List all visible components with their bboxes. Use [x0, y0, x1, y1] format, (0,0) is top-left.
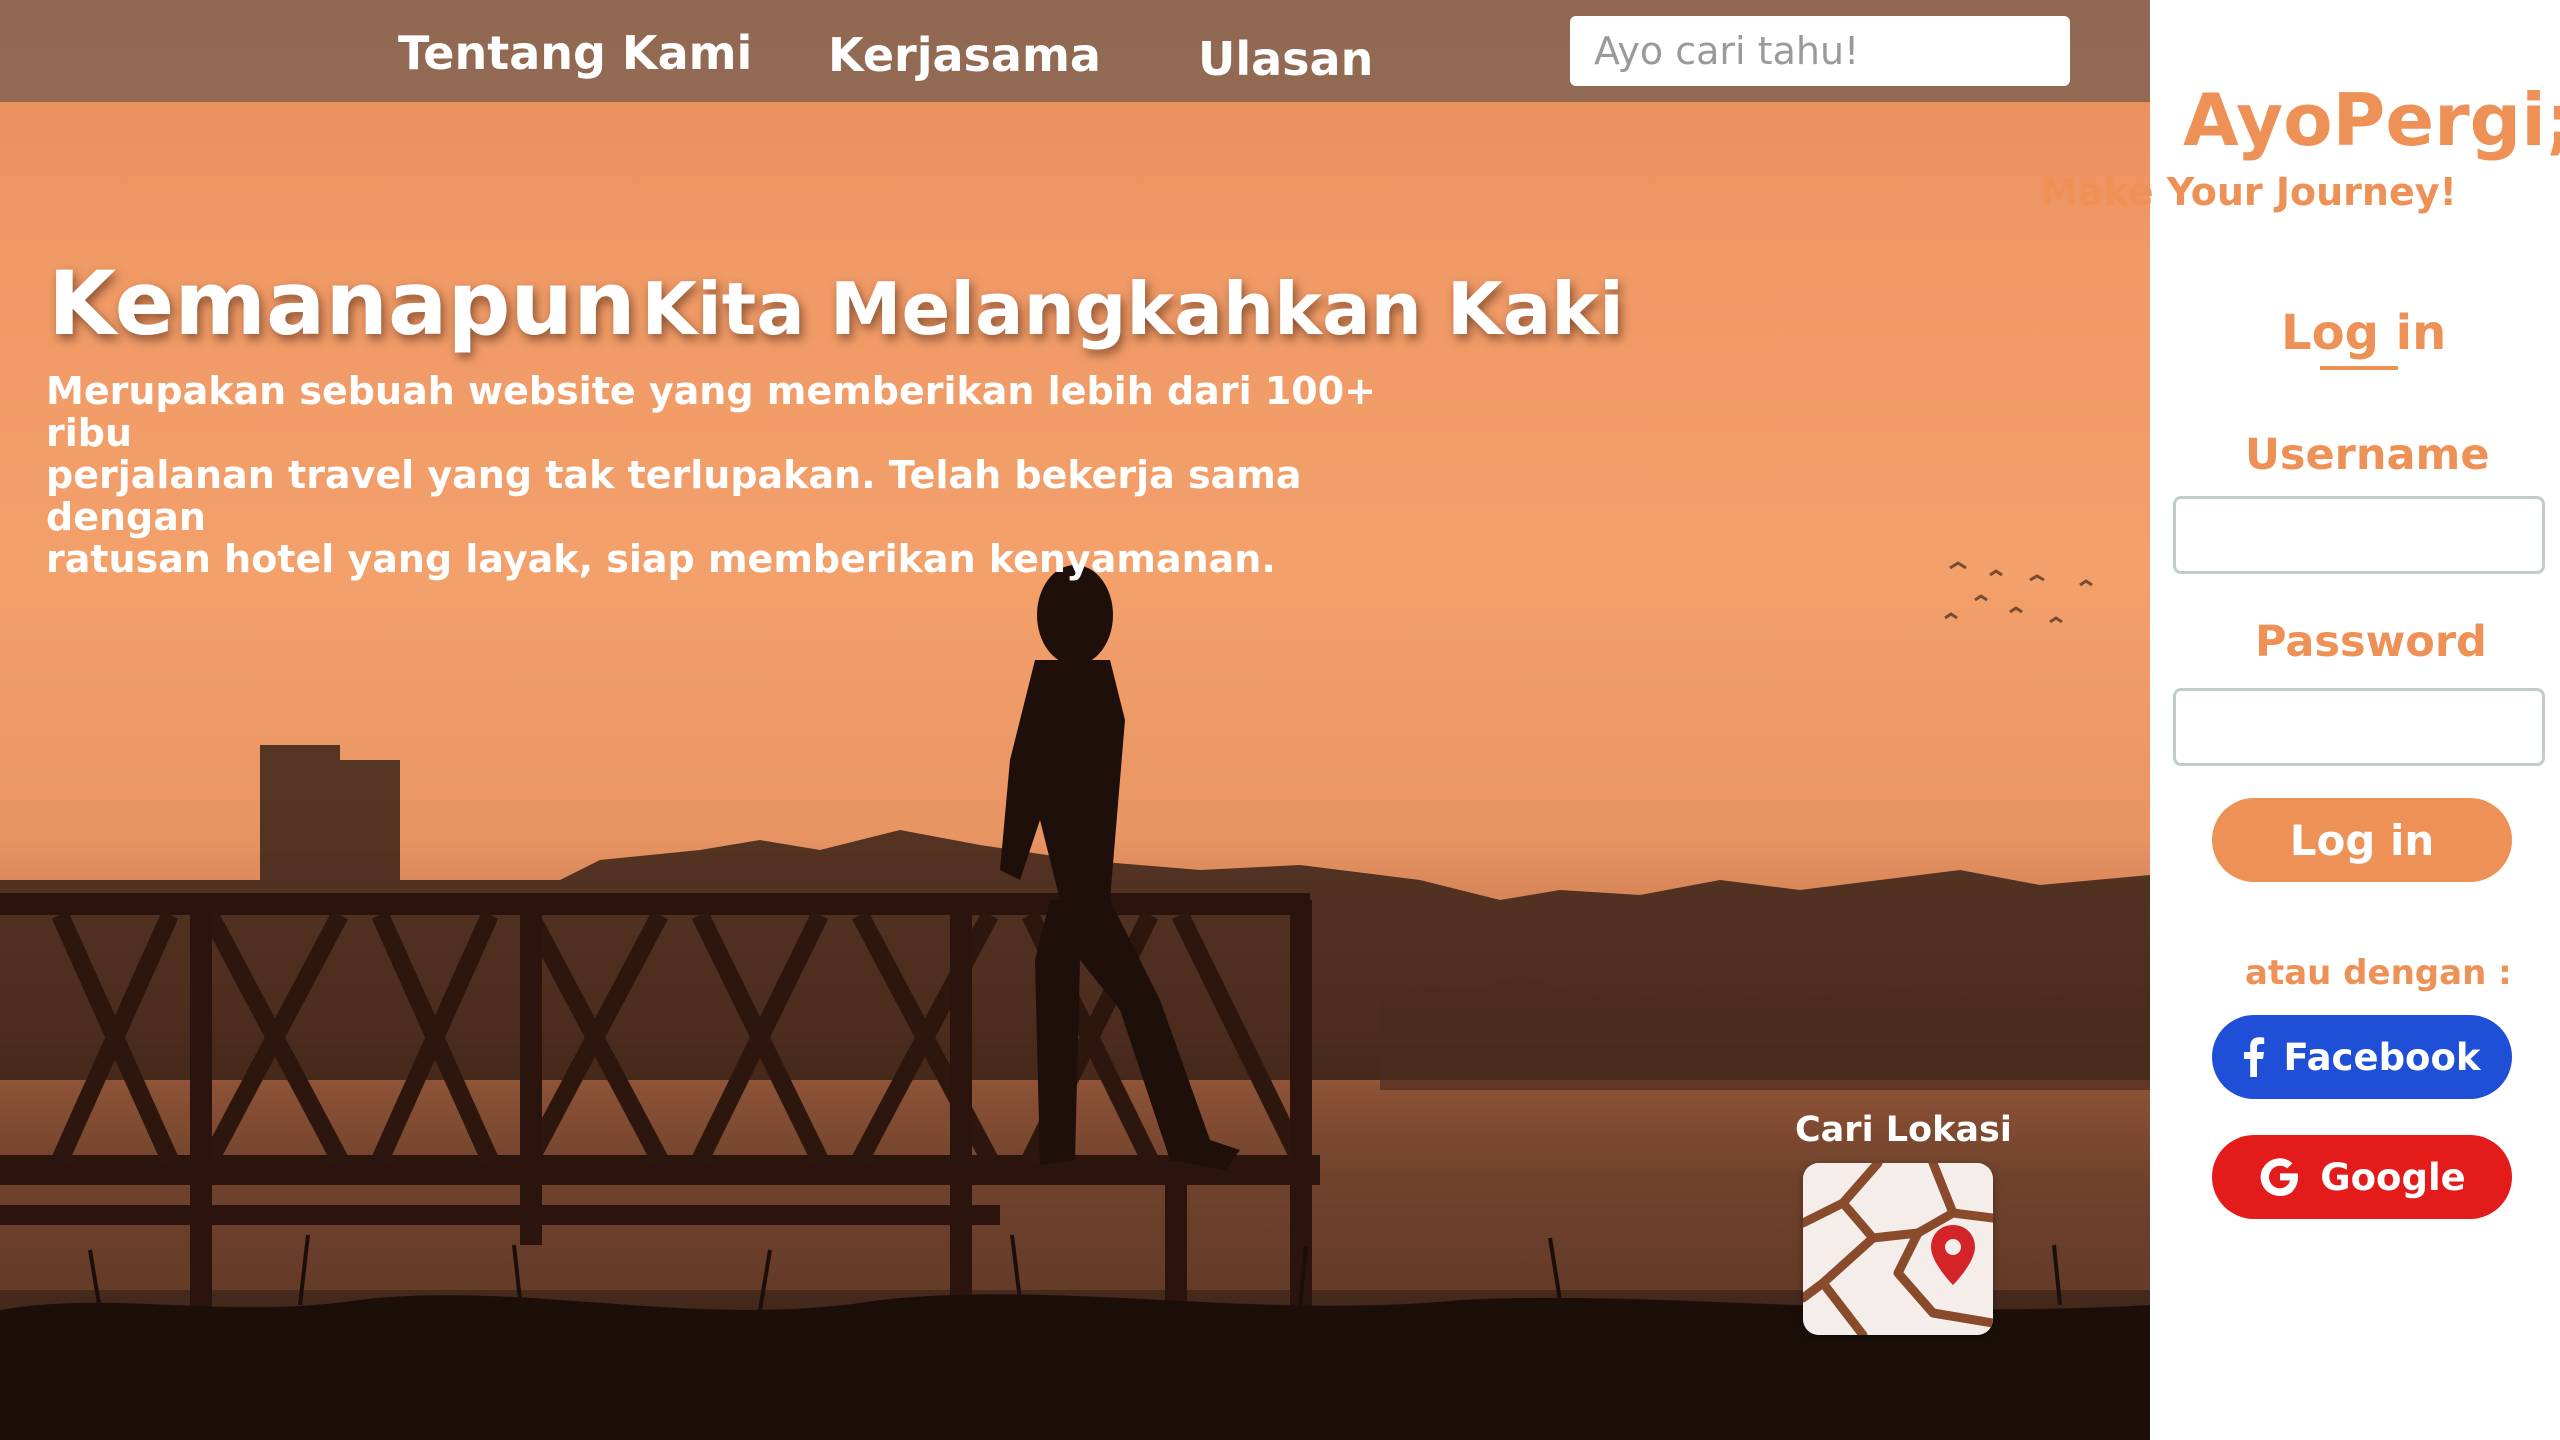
password-label: Password: [2255, 617, 2487, 667]
alternative-login-text: atau dengan :: [2245, 953, 2512, 993]
brand-logo: AyoPergi;: [2183, 78, 2560, 162]
facebook-button-label: Facebook: [2283, 1035, 2481, 1079]
hero-section: Tentang Kami Kerjasama Ulasan Kemanapun …: [0, 0, 2150, 1440]
hero-headline-big: Kemanapun: [48, 252, 636, 355]
hero-headline-rest: Kita Melangkahkan Kaki: [641, 267, 1624, 351]
nav-link-tentang-kami[interactable]: Tentang Kami: [398, 26, 752, 80]
google-button-label: Google: [2320, 1155, 2466, 1199]
login-button-label: Log in: [2289, 815, 2435, 865]
search-input[interactable]: [1570, 16, 2070, 86]
brand-tagline: Make Your Journey!: [2040, 170, 2457, 214]
top-navbar: Tentang Kami Kerjasama Ulasan: [0, 0, 2150, 102]
facebook-icon: [2243, 1037, 2265, 1077]
facebook-login-button[interactable]: Facebook: [2212, 1015, 2512, 1099]
login-button[interactable]: Log in: [2212, 798, 2512, 882]
nav-link-kerjasama[interactable]: Kerjasama: [828, 28, 1101, 82]
map-button[interactable]: [1803, 1163, 1993, 1335]
nav-link-ulasan[interactable]: Ulasan: [1198, 32, 1373, 86]
login-title: Log in: [2281, 305, 2447, 361]
hero-headline: Kemanapun Kita Melangkahkan Kaki: [48, 252, 1624, 355]
map-label: Cari Lokasi: [1795, 1110, 2012, 1150]
map-pin-icon: [1803, 1163, 1993, 1335]
username-label: Username: [2245, 430, 2490, 480]
password-input[interactable]: [2173, 688, 2545, 766]
login-title-underline: [2320, 366, 2398, 370]
google-login-button[interactable]: Google: [2212, 1135, 2512, 1219]
hero-description: Merupakan sebuah website yang memberikan…: [46, 369, 1376, 581]
google-icon: [2258, 1155, 2302, 1199]
username-input[interactable]: [2173, 496, 2545, 574]
